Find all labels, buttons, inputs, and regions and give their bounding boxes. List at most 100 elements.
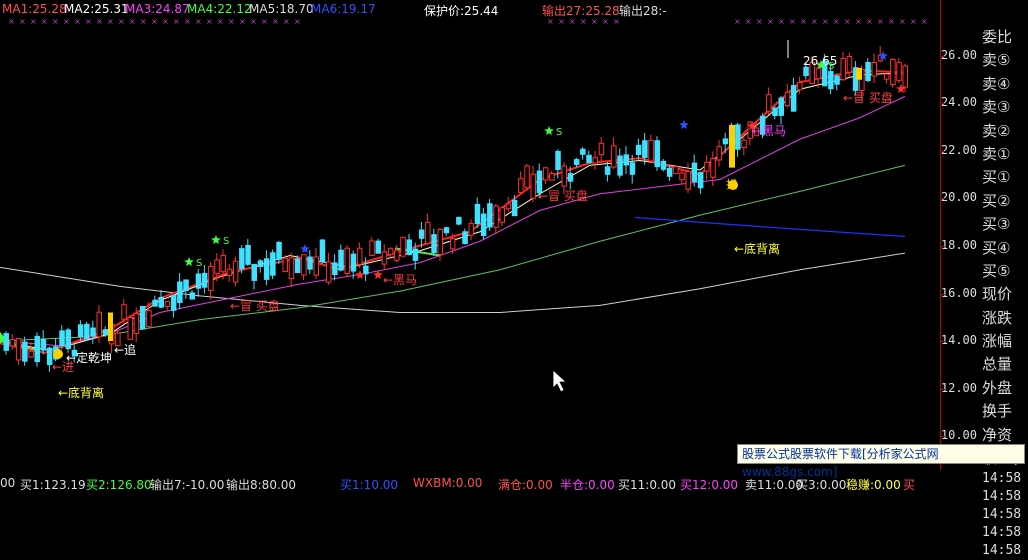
signal-x-marker: ×: [822, 18, 829, 26]
signal-x-marker: ×: [96, 18, 103, 26]
signal-x-marker: ×: [899, 18, 906, 26]
candle-body: [152, 299, 158, 307]
candle-body: [462, 231, 468, 245]
blue-star-icon: [300, 244, 310, 253]
candle-body: [350, 253, 357, 272]
green-star-icon: [184, 257, 194, 266]
tick-time: 14:58: [982, 525, 1022, 541]
signal-x-marker: ×: [811, 18, 818, 26]
candle-body: [679, 172, 685, 181]
signal-x-marker: ×: [877, 18, 884, 26]
candle-body: [716, 146, 722, 161]
candle-body: [480, 213, 487, 237]
footer-indicator: 输出8:80.00: [226, 478, 297, 492]
signal-x-marker: ×: [789, 18, 796, 26]
quote-field-label: 涨跌: [982, 308, 1013, 327]
signal-x-marker: ×: [52, 18, 59, 26]
quote-field-label: 买④: [982, 238, 1011, 257]
candle-body: [232, 260, 239, 283]
candle-body: [772, 107, 778, 117]
sell-mark: S: [556, 127, 562, 138]
footer-indicator: 输出7:-10.00: [150, 478, 225, 492]
ma4-value: MA4:22.12: [187, 2, 252, 16]
signal-x-marker: ×: [85, 18, 92, 26]
candle-body: [567, 173, 574, 182]
dark-horse-label: ←黑马: [383, 273, 417, 287]
signal-x-marker: ×: [140, 18, 147, 26]
candle-body: [177, 281, 183, 304]
footer-indicator: 满仓:0.00: [498, 478, 553, 492]
signal-x-marker: ×: [107, 18, 114, 26]
candle-body: [406, 239, 412, 255]
candle-body: [890, 58, 896, 85]
candle-body: [294, 258, 301, 274]
candle-body: [170, 294, 177, 311]
candle-body: [902, 65, 908, 88]
footer-indicator: 买11:0.00: [618, 478, 677, 492]
candle-body: [697, 172, 704, 189]
candle-body: [158, 297, 164, 308]
kline-chart[interactable]: × × × × × × × × × × × × × × × × × × × × × × × × × × × × × × × × × × × × × × × ×…: [0, 18, 940, 468]
candle-body: [456, 216, 462, 225]
signal-x-marker: ×: [206, 18, 213, 26]
candle-body: [363, 265, 369, 275]
candle-body: [251, 263, 257, 281]
candle-body: [524, 165, 530, 189]
footer-indicator: 稳赚:0.00: [846, 478, 901, 492]
candle-body: [226, 268, 233, 276]
signal-x-marker: ×: [294, 18, 301, 26]
quote-field-label: 委比: [982, 28, 1013, 46]
signal-x-marker: ×: [767, 18, 774, 26]
output27-value: 输出27:25.28: [542, 4, 620, 18]
price-tick: 12.00: [940, 381, 977, 395]
candle-body: [511, 199, 518, 217]
candle-body: [214, 259, 220, 275]
signal-x-marker: ×: [778, 18, 785, 26]
candle-body: [722, 138, 729, 145]
candle-body: [28, 350, 34, 358]
candle-body: [139, 305, 146, 330]
price-tick: 10.00: [940, 428, 977, 442]
candle-body: [301, 254, 307, 276]
watermark-banner[interactable]: 股票公式股票软件下载[分析家公式网www.88gs.com]: [737, 444, 1025, 479]
candle-body: [183, 279, 189, 291]
coin-icon: [728, 180, 738, 190]
candle-body: [518, 178, 524, 194]
candle-body: [654, 140, 660, 168]
candle-body: [220, 254, 226, 273]
quote-field-label: 换手: [982, 402, 1013, 421]
signal-x-marker: ×: [239, 18, 246, 26]
signal-x-marker: ×: [558, 18, 565, 26]
indicator-header: MA1:25.28 MA2:25.31 MA3:24.87 MA4:22.12 …: [0, 0, 940, 18]
quote-side-panel: 委比卖⑤卖④卖③卖②卖①买①买②买③买④买⑤现价涨跌涨幅总量外盘换手净资收益(1…: [982, 26, 1028, 558]
candle-body: [828, 71, 834, 90]
candle-body: [604, 166, 611, 175]
quote-field-label: 买①: [982, 168, 1011, 187]
candle-body: [77, 324, 84, 338]
candle-body: [189, 292, 195, 300]
candle-body: [146, 309, 152, 328]
signal-x-marker: ×: [30, 18, 37, 26]
signal-bar: [108, 312, 113, 341]
quote-field-label: 买③: [982, 215, 1011, 234]
coin-icon: [53, 349, 63, 359]
candle-body: [623, 154, 629, 166]
candle-body: [468, 223, 474, 236]
footer-indicator: 00: [0, 476, 16, 490]
candle-body: [356, 247, 363, 265]
signal-bar: [856, 67, 862, 80]
candle-body: [332, 262, 338, 275]
candle-body: [319, 239, 326, 263]
candle-body: [766, 94, 772, 112]
candle-body: [418, 229, 425, 239]
signal-x-marker: ×: [129, 18, 136, 26]
candle-body: [96, 311, 102, 338]
candle-body: [642, 140, 648, 158]
signal-markers-row: × × × × × × × × × × × × × × × × × × × × × × × × × × × × × × × × × × × × × × × ×…: [8, 18, 928, 26]
signal-x-marker: ×: [74, 18, 81, 26]
candle-body: [239, 248, 245, 270]
candle-body: [3, 333, 9, 351]
price-tick: 24.00: [940, 95, 977, 109]
signal-x-marker: ×: [580, 18, 587, 26]
footer-indicator: 买: [903, 478, 916, 492]
